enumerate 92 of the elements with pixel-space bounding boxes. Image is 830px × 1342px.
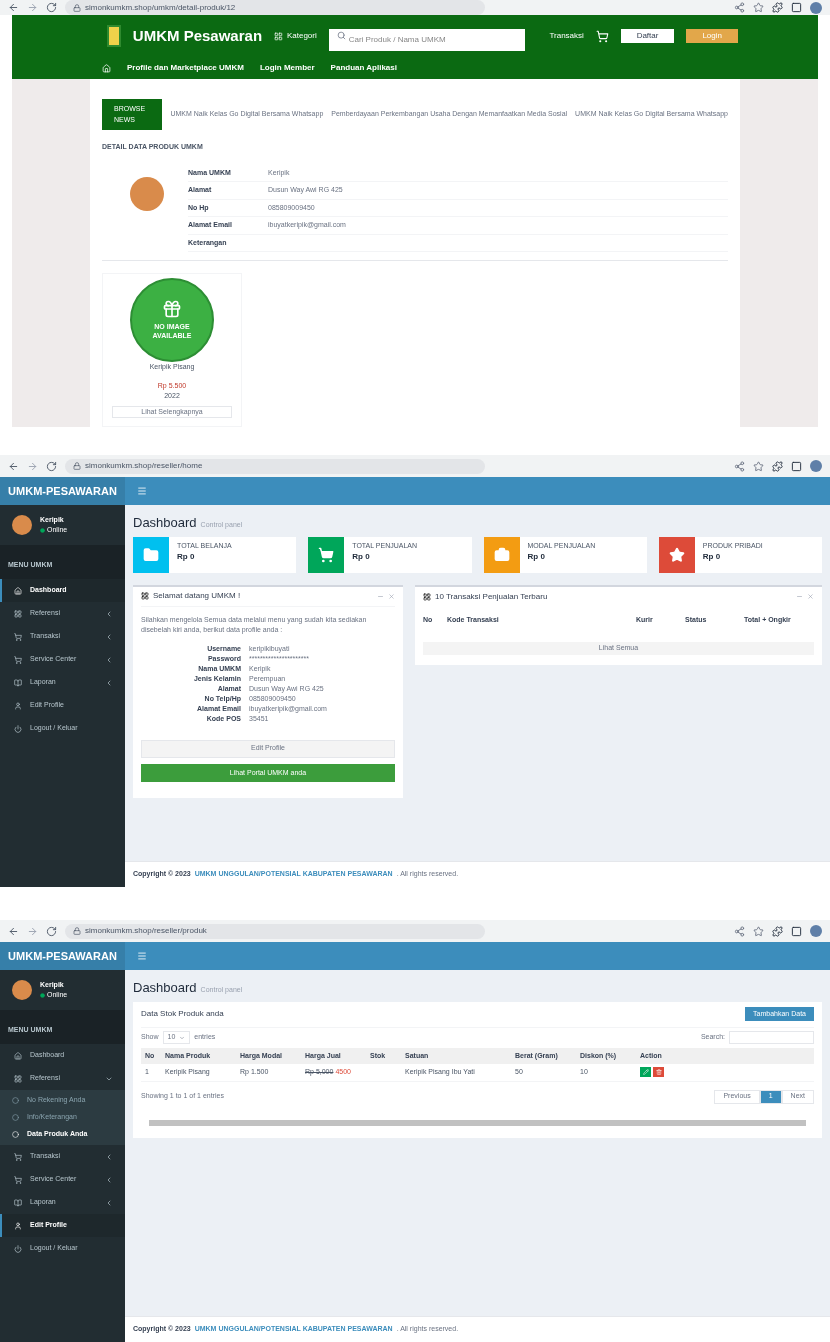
menu-icon[interactable] — [137, 486, 147, 496]
menu-item-icon — [14, 609, 22, 618]
menu-item-icon — [14, 1198, 22, 1207]
circle-icon — [12, 1114, 19, 1121]
search-field[interactable]: Cari Produk / Nama UMKM — [328, 28, 526, 51]
menu-item-icon — [14, 1221, 22, 1230]
puzzle-icon[interactable] — [772, 2, 783, 13]
menu-item-icon — [14, 1051, 22, 1060]
bookmark-icon[interactable] — [753, 460, 764, 472]
online-status-icon — [40, 527, 45, 533]
back-icon[interactable] — [8, 925, 19, 937]
transaction-link[interactable]: Transaksi — [549, 30, 584, 42]
lock-icon — [73, 462, 81, 470]
menu-item-icon — [14, 632, 22, 641]
puzzle-icon[interactable] — [772, 460, 783, 472]
user-avatar — [12, 980, 32, 1000]
brand-bar: UMKM-PESAWARAN — [0, 477, 125, 505]
search-icon — [336, 31, 346, 40]
box-title: Selamat datang UMKM ! — [153, 590, 242, 602]
forward-icon[interactable] — [27, 2, 38, 13]
circle-icon — [12, 1131, 19, 1138]
menu-item-icon — [14, 1074, 22, 1083]
stat-icon — [668, 546, 685, 563]
dropdown-icon — [179, 1034, 186, 1041]
menu-item-icon — [14, 1152, 22, 1161]
delete-button[interactable] — [653, 1067, 664, 1078]
profile-avatar[interactable] — [810, 460, 822, 472]
home-icon[interactable] — [102, 63, 111, 73]
lock-icon — [73, 3, 81, 12]
menu-item-icon — [14, 678, 22, 687]
edit-icon — [642, 1069, 649, 1076]
online-status-icon — [40, 992, 45, 998]
stat-icon — [143, 546, 159, 563]
avatar-placeholder — [130, 176, 164, 211]
forward-icon[interactable] — [27, 925, 38, 937]
stat-value: Rp 0 — [527, 551, 546, 563]
back-icon[interactable] — [8, 2, 19, 13]
nav-link[interactable]: Panduan Aplikasi — [330, 62, 397, 74]
circle-icon — [12, 1097, 19, 1104]
stat-icon — [493, 546, 510, 563]
stat-value: Rp 0 — [177, 551, 196, 563]
grid-icon — [274, 31, 283, 41]
address-bar[interactable]: simonkumkm.shop/umkm/detail-produk/12 — [65, 0, 485, 15]
category-menu[interactable]: Kategori — [286, 30, 317, 42]
address-bar[interactable]: simonkumkm.shop/reseller/home — [65, 458, 485, 474]
cart-icon[interactable] — [595, 29, 609, 43]
nav-link[interactable]: Login Member — [259, 62, 315, 74]
forward-icon[interactable] — [27, 460, 38, 472]
list-icon — [423, 592, 431, 601]
edit-button[interactable] — [640, 1067, 651, 1078]
horizontal-scrollbar[interactable] — [149, 1119, 806, 1126]
menu-item-icon — [14, 1244, 22, 1253]
box-title: 10 Transaksi Penjualan Terbaru — [435, 590, 549, 603]
bookmark-icon[interactable] — [753, 2, 764, 13]
page-title: Dashboard — [133, 979, 197, 997]
menu-item-icon — [14, 1175, 22, 1184]
reload-icon[interactable] — [46, 2, 57, 13]
profile-avatar[interactable] — [810, 1, 822, 14]
stat-value: Rp 0 — [352, 551, 371, 563]
address-bar[interactable]: simonkumkm.shop/reseller/produk — [65, 923, 485, 939]
window-icon[interactable] — [791, 460, 802, 472]
box-title: Data Stok Produk anda — [141, 1008, 225, 1020]
delete-icon — [655, 1069, 662, 1076]
nav-link[interactable]: Profile dan Marketplace UMKM — [127, 62, 244, 74]
back-icon[interactable] — [8, 460, 19, 472]
window-icon[interactable] — [791, 925, 802, 937]
stat-icon — [318, 546, 335, 563]
menu-item-icon — [14, 701, 22, 710]
site-brand: UMKM Pesawaran — [132, 25, 263, 46]
menu-icon[interactable] — [137, 951, 147, 961]
menu-item-icon — [14, 586, 22, 595]
menu-item-icon — [14, 655, 22, 664]
window-icon[interactable] — [791, 2, 802, 13]
stat-value: Rp 0 — [702, 551, 722, 563]
register-button[interactable]: Daftar — [620, 29, 675, 43]
reload-icon[interactable] — [46, 460, 57, 472]
profile-avatar[interactable] — [810, 925, 822, 937]
list-icon — [141, 592, 149, 600]
brand-bar: UMKM-PESAWARAN — [0, 942, 125, 970]
share-icon[interactable] — [734, 460, 745, 472]
bookmark-icon[interactable] — [753, 925, 764, 937]
gift-icon — [162, 299, 182, 320]
reload-icon[interactable] — [46, 925, 57, 937]
puzzle-icon[interactable] — [772, 925, 783, 937]
user-avatar — [12, 515, 32, 535]
logo-icon — [107, 25, 121, 47]
page-title: Dashboard — [133, 514, 197, 532]
share-icon[interactable] — [734, 2, 745, 13]
share-icon[interactable] — [734, 925, 745, 937]
menu-item-icon — [14, 724, 22, 733]
search-field[interactable] — [729, 1031, 814, 1044]
lock-icon — [73, 927, 81, 935]
